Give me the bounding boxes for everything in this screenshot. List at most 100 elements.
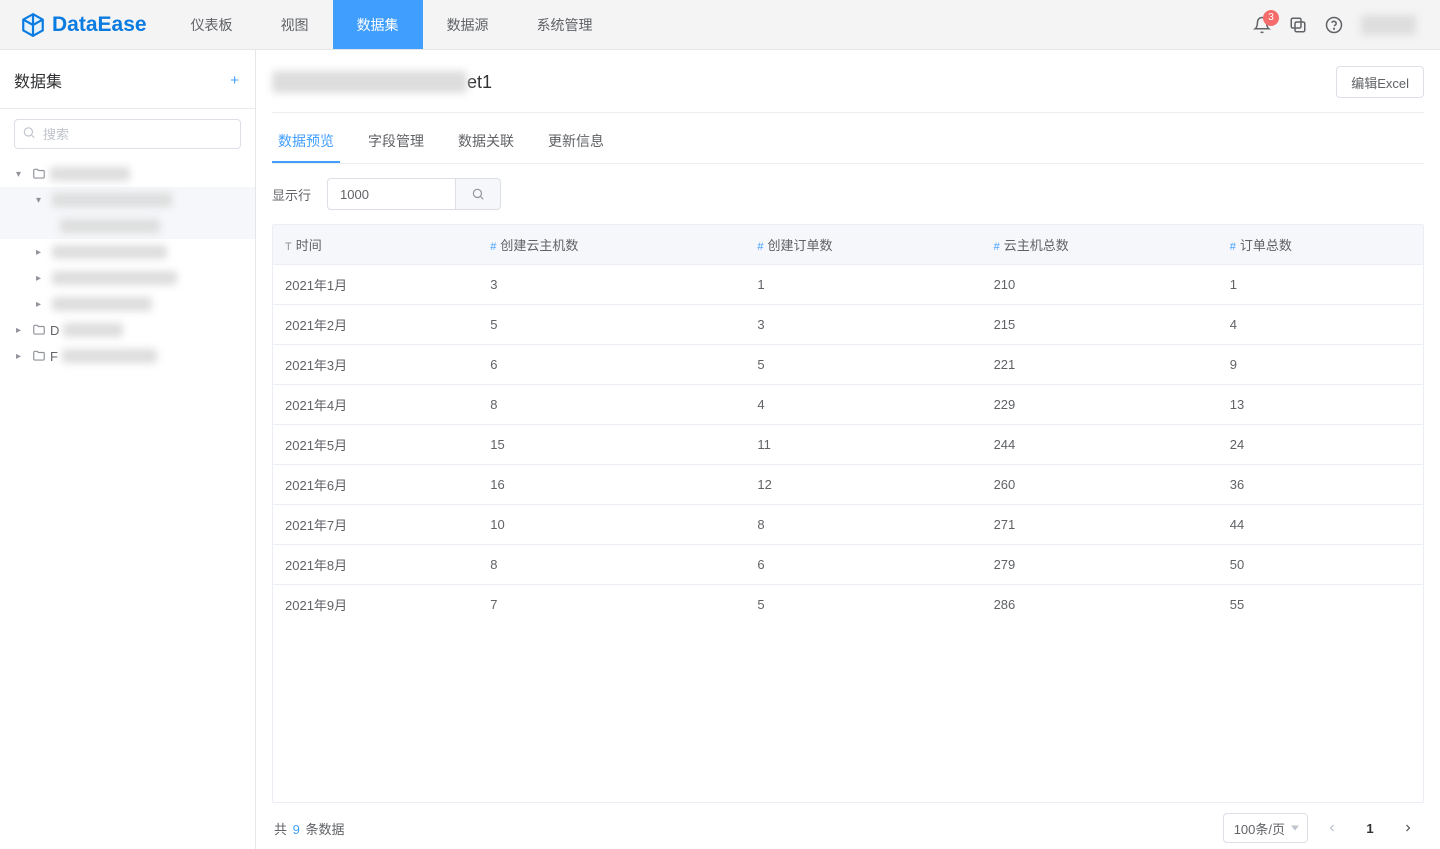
table-cell: 10: [478, 505, 745, 545]
chevron-right-icon: [1402, 822, 1414, 834]
pagination: 100条/页 1: [1223, 813, 1422, 843]
tree-node[interactable]: ▸: [0, 291, 255, 317]
table-cell: 5: [745, 345, 981, 385]
table-cell: 15: [478, 425, 745, 465]
table-cell: 244: [982, 425, 1218, 465]
notification-badge: 3: [1263, 10, 1279, 26]
tree-node[interactable]: ▸: [0, 239, 255, 265]
table-header-cell: T时间: [273, 225, 478, 265]
hash-icon: #: [1230, 241, 1236, 253]
tree-label: [63, 323, 123, 337]
brand-text: DataEase: [52, 13, 147, 37]
table-header-cell: #云主机总数: [982, 225, 1218, 265]
nav-tab-datasource[interactable]: 数据源: [423, 0, 513, 49]
table-cell: 5: [478, 305, 745, 345]
sub-tab-relation[interactable]: 数据关联: [452, 123, 520, 163]
table-cell: 4: [745, 385, 981, 425]
notification-button[interactable]: 3: [1253, 16, 1271, 34]
table-cell: 55: [1218, 585, 1423, 625]
chevron-down-icon: ▾: [36, 195, 48, 206]
folder-icon: [32, 167, 46, 181]
table-cell: 2021年8月: [273, 545, 478, 585]
row-count-input[interactable]: [327, 178, 455, 210]
tree-node[interactable]: ▸ D: [0, 317, 255, 343]
table-cell: 8: [745, 505, 981, 545]
column-label: 时间: [296, 238, 322, 253]
table-cell: 13: [1218, 385, 1423, 425]
add-dataset-button[interactable]: +: [230, 72, 239, 89]
language-button[interactable]: [1289, 16, 1307, 34]
footer: 共 9 条数据 100条/页 1: [272, 803, 1424, 849]
table-row: 2021年6月161226036: [273, 465, 1423, 505]
language-icon: [1289, 16, 1307, 34]
prev-page-button[interactable]: [1318, 814, 1346, 842]
page-size-select[interactable]: 100条/页: [1223, 813, 1308, 843]
table-cell: 5: [745, 585, 981, 625]
search-input[interactable]: [14, 119, 241, 149]
nav-tab-view[interactable]: 视图: [257, 0, 333, 49]
table-cell: 50: [1218, 545, 1423, 585]
edit-excel-button[interactable]: 编辑Excel: [1336, 66, 1424, 98]
table-row: 2021年3月652219: [273, 345, 1423, 385]
table-row: 2021年9月7528655: [273, 585, 1423, 625]
topbar-right: 3: [1253, 15, 1440, 35]
chevron-down-icon: ▾: [16, 169, 28, 180]
sub-tab-update[interactable]: 更新信息: [542, 123, 610, 163]
tree-label-prefix: D: [50, 323, 59, 338]
table-cell: 286: [982, 585, 1218, 625]
table-cell: 2021年5月: [273, 425, 478, 465]
table-cell: 2021年1月: [273, 265, 478, 305]
column-label: 创建云主机数: [500, 238, 578, 253]
tree-node[interactable]: ▾: [0, 187, 255, 213]
table-cell: 36: [1218, 465, 1423, 505]
table-cell: 3: [478, 265, 745, 305]
next-page-button[interactable]: [1394, 814, 1422, 842]
table-header-cell: #创建订单数: [745, 225, 981, 265]
table-cell: 6: [478, 345, 745, 385]
folder-icon: [32, 323, 46, 337]
table-header-cell: # 创建云主机数: [478, 225, 745, 265]
sub-tab-fields[interactable]: 字段管理: [362, 123, 430, 163]
sidebar-header: 数据集 +: [0, 60, 255, 109]
hash-icon: #: [490, 241, 496, 253]
table-cell: 215: [982, 305, 1218, 345]
page-number[interactable]: 1: [1356, 821, 1384, 836]
table-header-row: T时间 # 创建云主机数 #创建订单数#云主机总数 # 订单总数: [273, 225, 1423, 265]
table-cell: 2021年7月: [273, 505, 478, 545]
user-area[interactable]: [1361, 15, 1416, 35]
table-body: 2021年1月3121012021年2月5321542021年3月6522192…: [273, 265, 1423, 625]
search-icon: [22, 126, 36, 143]
tree-node[interactable]: ▸ F: [0, 343, 255, 369]
sub-tab-preview[interactable]: 数据预览: [272, 123, 340, 163]
brand-logo: DataEase: [0, 12, 167, 38]
logo-icon: [20, 12, 46, 38]
tree-label: [52, 193, 172, 207]
nav-tab-dashboard[interactable]: 仪表板: [167, 0, 257, 49]
table-cell: 4: [1218, 305, 1423, 345]
tree-label: [52, 271, 177, 285]
table-row: 2021年1月312101: [273, 265, 1423, 305]
row-count-summary: 共 9 条数据: [274, 819, 344, 838]
sub-tabs: 数据预览 字段管理 数据关联 更新信息: [272, 113, 1424, 164]
table-cell: 2021年9月: [273, 585, 478, 625]
tree-node[interactable]: ▸: [0, 265, 255, 291]
topbar: DataEase 仪表板 视图 数据集 数据源 系统管理 3: [0, 0, 1440, 50]
table-cell: 8: [478, 545, 745, 585]
tree-label: [52, 297, 152, 311]
chevron-right-icon: ▸: [36, 299, 48, 310]
help-button[interactable]: [1325, 16, 1343, 34]
row-control: 显示行: [272, 164, 1424, 224]
nav-tab-system[interactable]: 系统管理: [513, 0, 617, 49]
table-cell: 11: [745, 425, 981, 465]
sidebar: 数据集 + ▾ ▾ ▸: [0, 50, 256, 849]
table-row: 2021年7月10827144: [273, 505, 1423, 545]
table-cell: 260: [982, 465, 1218, 505]
column-label: 订单总数: [1240, 238, 1292, 253]
tree-node[interactable]: ▾: [0, 161, 255, 187]
chevron-right-icon: ▸: [16, 351, 28, 362]
nav-tab-dataset[interactable]: 数据集: [333, 0, 423, 49]
tree-node[interactable]: [0, 213, 255, 239]
table-cell: 2021年6月: [273, 465, 478, 505]
row-search-button[interactable]: [455, 178, 501, 210]
hash-icon: #: [757, 241, 763, 253]
